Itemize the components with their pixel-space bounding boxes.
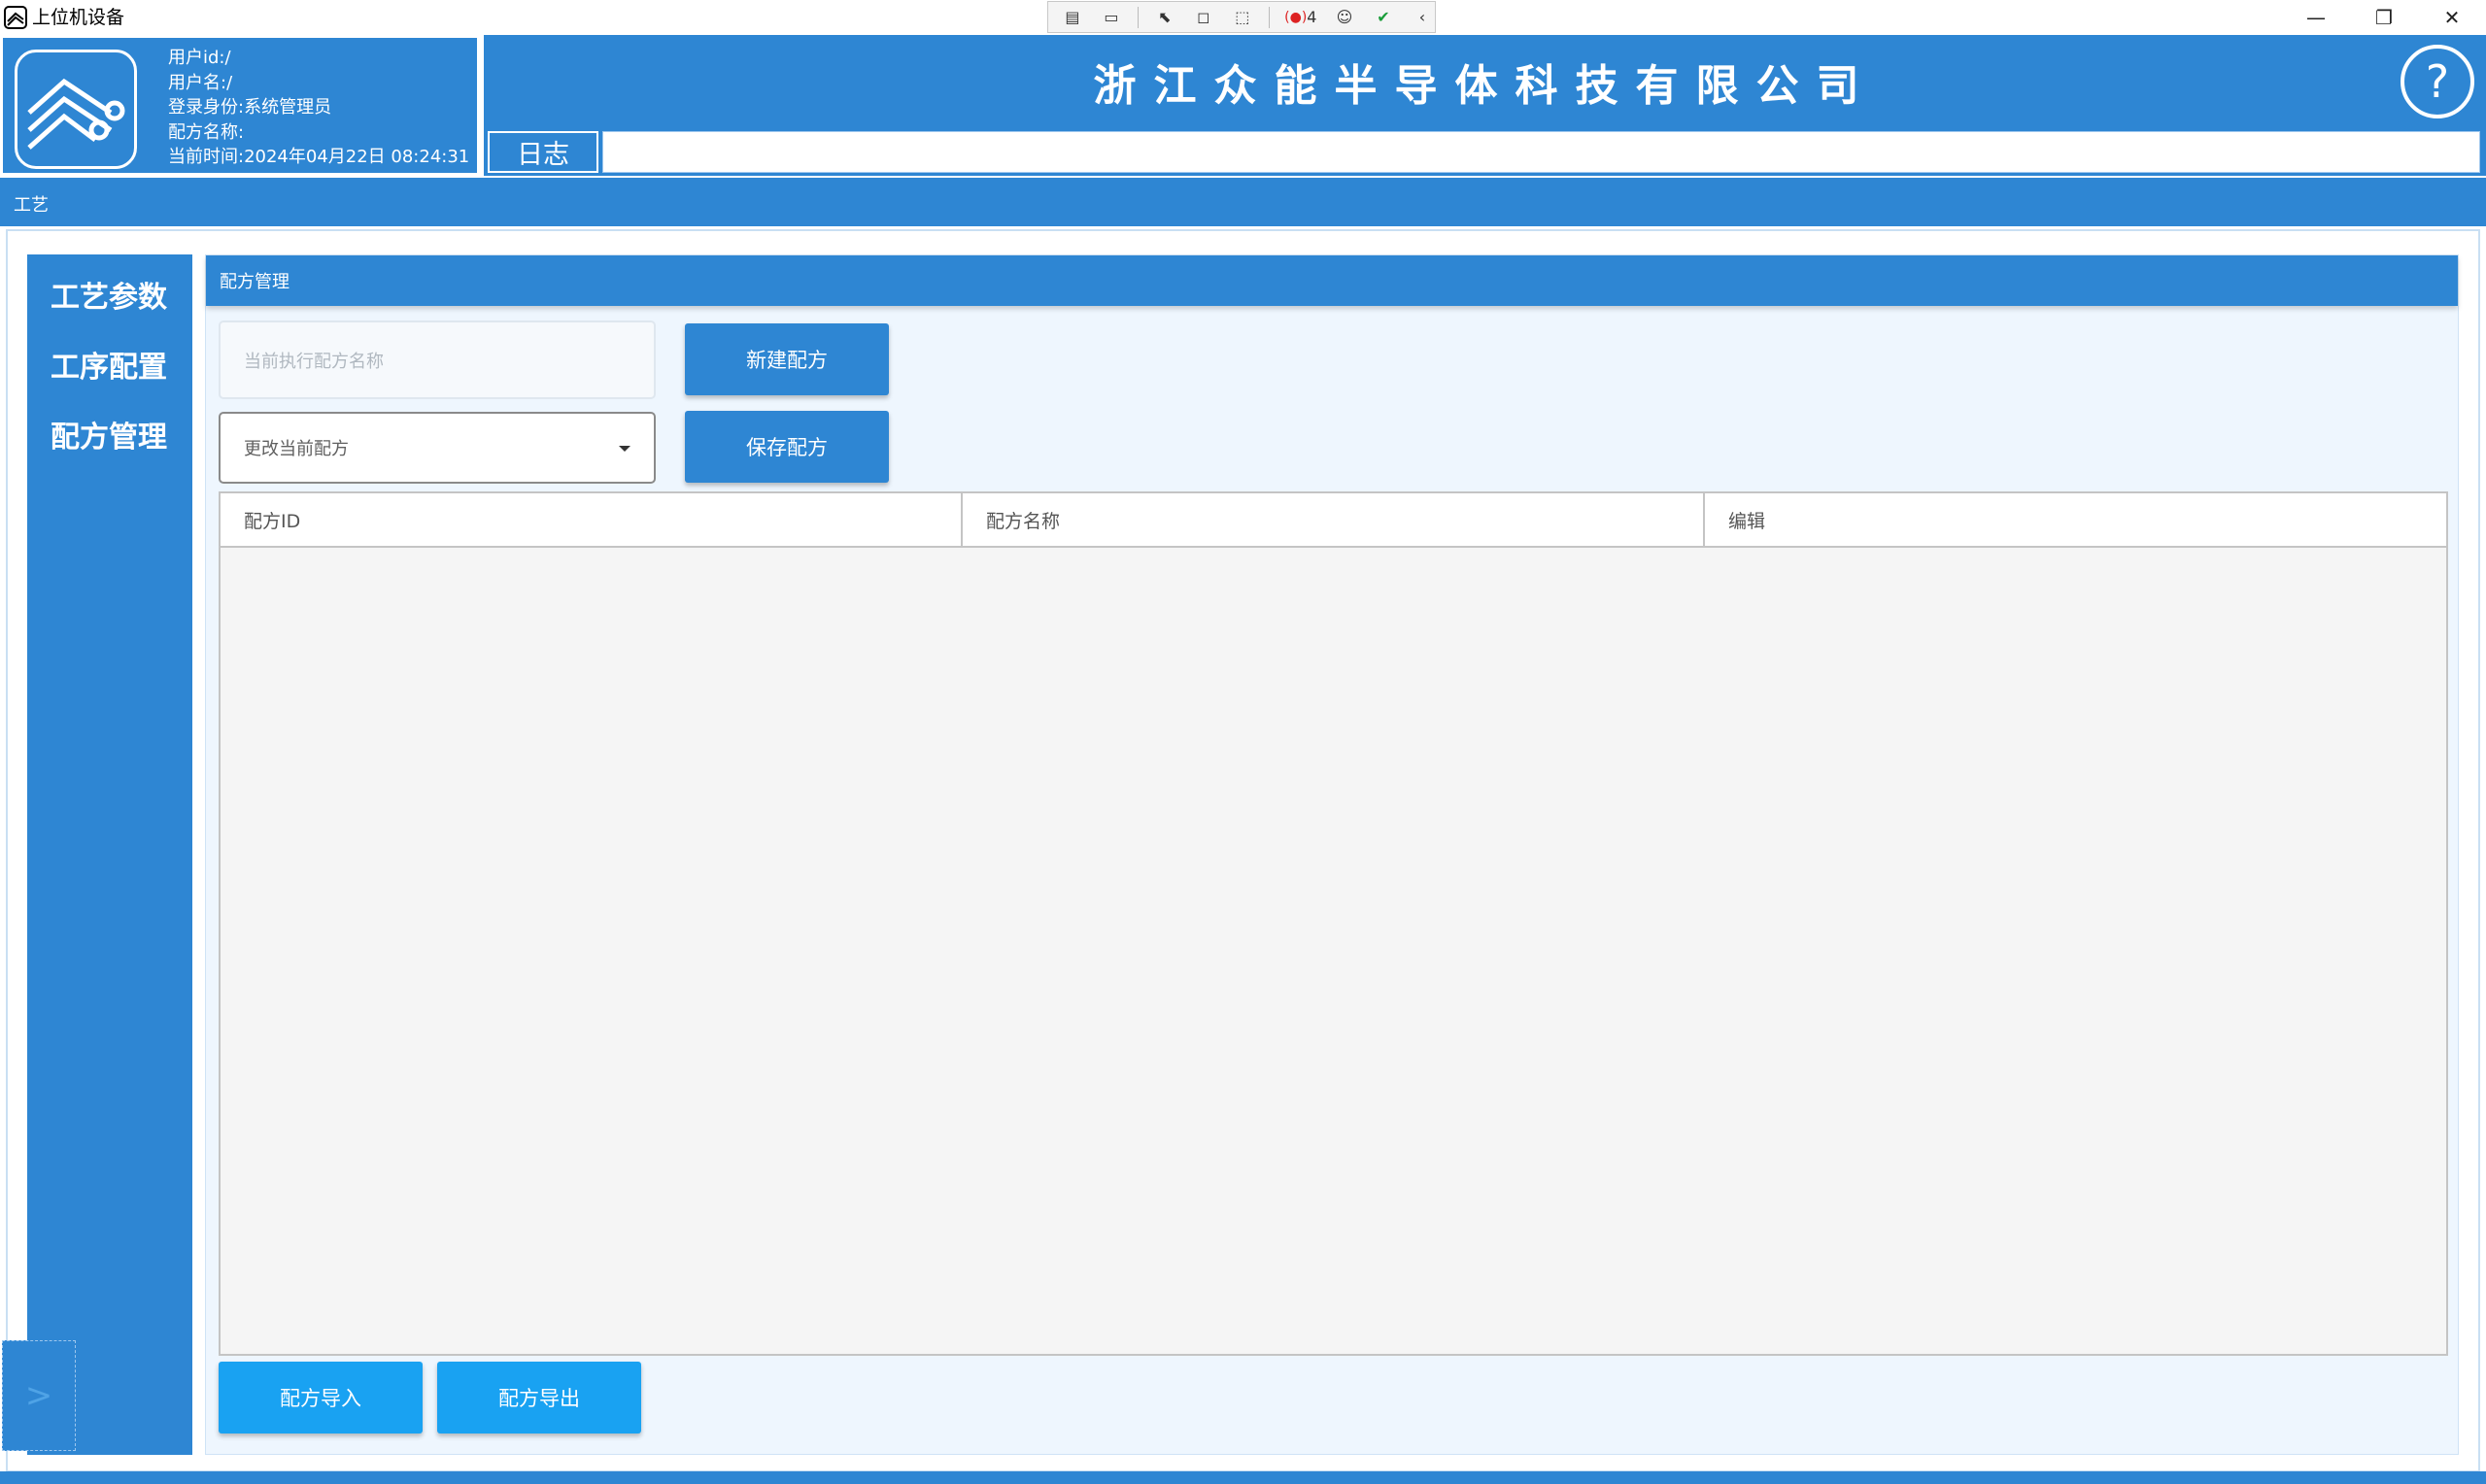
recipe-table[interactable]: 配方ID 配方名称 编辑 (219, 491, 2448, 1356)
panel-title: 配方管理 (220, 272, 289, 292)
debug-toolbar: ▤ ▭ ⬉ ◻ ⬚ (●) 4 ☺ ✔ ‹ (1047, 1, 1436, 33)
import-recipe-button[interactable]: 配方导入 (219, 1362, 423, 1433)
log-tab[interactable]: 日志 (488, 131, 598, 173)
title-bar: 上位机设备 ▤ ▭ ⬉ ◻ ⬚ (●) 4 ☺ ✔ ‹ — ❐ ✕ (0, 0, 2486, 35)
video-camera-icon[interactable]: ▭ (1099, 5, 1124, 30)
check-icon[interactable]: ✔ (1371, 5, 1396, 30)
export-recipe-button[interactable]: 配方导出 (437, 1362, 641, 1433)
binding-errors-icon[interactable]: (●) 4 (1283, 5, 1318, 30)
breadcrumb-bar: 工艺 (0, 176, 2486, 226)
app-icon (4, 6, 27, 29)
column-header-recipe-id[interactable]: 配方ID (221, 493, 963, 546)
column-header-recipe-name[interactable]: 配方名称 (963, 493, 1705, 546)
column-header-edit[interactable]: 编辑 (1705, 493, 2446, 546)
sidebar-toggle-button[interactable]: > (2, 1340, 76, 1451)
user-info: 用户id:/ 用户名:/ 登录身份:系统管理员 配方名称: 当前时间:2024年… (168, 46, 469, 170)
window-title: 上位机设备 (32, 7, 125, 28)
save-recipe-button[interactable]: 保存配方 (685, 411, 889, 483)
table-header: 配方ID 配方名称 编辑 (221, 493, 2446, 548)
current-recipe-input[interactable]: 当前执行配方名称 (219, 320, 656, 399)
header-banner: 浙江众能半导体科技有限公司 ? (484, 35, 2486, 128)
company-name: 浙江众能半导体科技有限公司 (1093, 61, 1877, 111)
close-button[interactable]: ✕ (2418, 0, 2486, 35)
sidebar-item-recipe-management[interactable]: 配方管理 (27, 402, 197, 470)
bottom-strip (0, 1471, 2486, 1484)
toolbar-separator (1137, 6, 1139, 28)
sidebar-item-step-config[interactable]: 工序配置 (27, 332, 192, 396)
live-tree-icon[interactable]: ▤ (1060, 5, 1085, 30)
select-element-icon[interactable]: ⬉ (1152, 5, 1177, 30)
change-recipe-select-label: 更改当前配方 (244, 439, 349, 459)
sidebar-item-process-params[interactable]: 工艺参数 (27, 262, 192, 326)
accessibility-icon[interactable]: ☺ (1332, 5, 1357, 30)
app-window: 上位机设备 ▤ ▭ ⬉ ◻ ⬚ (●) 4 ☺ ✔ ‹ — ❐ ✕ 用户id:/… (0, 0, 2486, 1484)
binding-errors-count: 4 (1307, 8, 1317, 26)
collapse-chevron-icon[interactable]: ‹ (1410, 5, 1435, 30)
company-logo (15, 50, 137, 169)
display-layout-icon[interactable]: ◻ (1191, 5, 1216, 30)
toolbar-separator (1268, 6, 1270, 28)
chevron-right-icon: > (24, 1376, 53, 1415)
help-icon: ? (2425, 55, 2450, 108)
restore-button[interactable]: ❐ (2350, 0, 2418, 35)
login-role-text: 登录身份:系统管理员 (168, 97, 332, 118)
recipe-name-text: 配方名称: (168, 121, 245, 143)
help-button[interactable]: ? (2401, 45, 2474, 118)
dropdown-caret-icon (619, 446, 630, 452)
user-id-text: 用户id:/ (168, 48, 231, 68)
panel-header: 配方管理 (206, 255, 2458, 306)
breadcrumb: 工艺 (14, 195, 49, 216)
sidebar: 工艺参数 工序配置 配方管理 (27, 254, 197, 1455)
log-output-field[interactable] (602, 131, 2480, 173)
minimize-button[interactable]: — (2282, 0, 2350, 35)
change-recipe-select[interactable]: 更改当前配方 (219, 412, 656, 484)
user-panel: 用户id:/ 用户名:/ 登录身份:系统管理员 配方名称: 当前时间:2024年… (0, 35, 480, 176)
log-bar: 日志 (484, 128, 2486, 176)
logo-graphic (27, 78, 125, 150)
current-time-text: 当前时间:2024年04月22日 08:24:31 (168, 147, 470, 167)
new-recipe-button[interactable]: 新建配方 (685, 323, 889, 395)
user-name-text: 用户名:/ (168, 72, 233, 93)
track-focus-icon[interactable]: ⬚ (1230, 5, 1255, 30)
